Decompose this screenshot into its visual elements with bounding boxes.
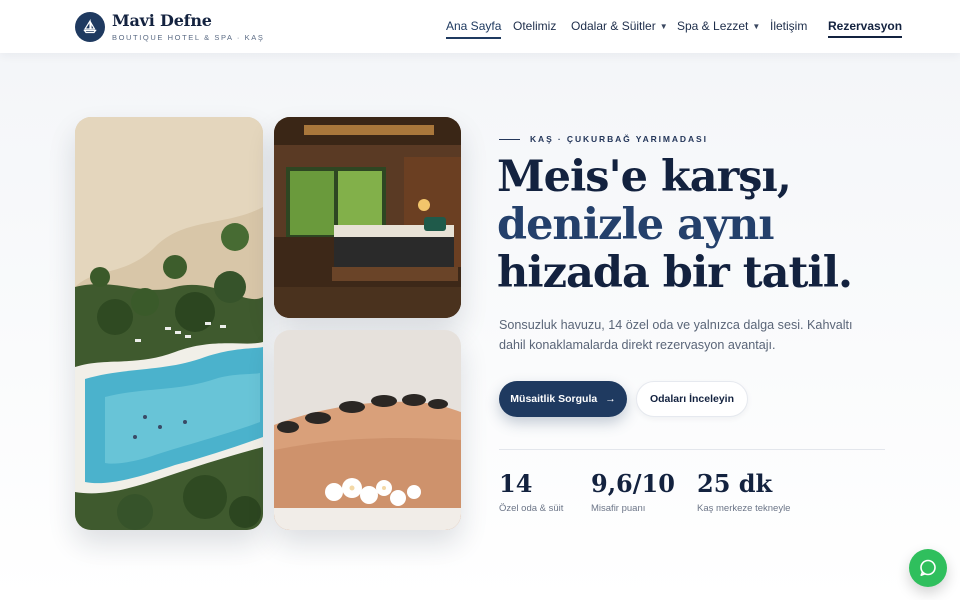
- nav-item-label: İletişim: [770, 19, 808, 33]
- eyebrow-text: KAŞ · ÇUKURBAĞ YARIMADASI: [530, 134, 708, 144]
- chat-bubble-icon: [920, 559, 936, 576]
- eyebrow-line: [499, 138, 520, 140]
- stat-label: Kaş merkeze tekneyle: [697, 503, 791, 514]
- nav-item-home[interactable]: Ana Sayfa: [446, 19, 502, 39]
- stat-value: 14: [499, 469, 533, 498]
- photo-spa-stones: [274, 330, 461, 530]
- chevron-down-icon: ▼: [659, 21, 668, 31]
- check-availability-button[interactable]: Müsaitlik Sorgula →: [499, 381, 627, 417]
- stat-value: 25 dk: [697, 469, 773, 498]
- stat-distance: 25 dk Kaş merkeze tekneyle: [697, 469, 791, 515]
- button-label: Odaları İnceleyin: [649, 393, 735, 405]
- photo-bedroom: [274, 117, 461, 318]
- nav-item-contact[interactable]: İletişim: [770, 19, 807, 33]
- sailboat-icon: [83, 19, 97, 34]
- site-header: Mavi Defne BOUTIQUE HOTEL & SPA · KAŞ An…: [0, 0, 960, 53]
- headline-line-3: hizada bir tatil.: [497, 248, 853, 298]
- nav-item-spa[interactable]: Spa & Lezzet ▼: [677, 19, 760, 33]
- nav-item-label: Ana Sayfa: [446, 19, 502, 33]
- button-label: Müsaitlik Sorgula: [510, 393, 598, 405]
- brand-name[interactable]: Mavi Defne: [112, 11, 212, 30]
- stat-label: Misafir puanı: [591, 503, 646, 514]
- nav-item-rooms[interactable]: Odalar & Süitler ▼: [571, 19, 668, 33]
- hero-lead: Sonsuzluk havuzu, 14 özel oda ve yalnızc…: [499, 318, 853, 352]
- arrow-right-icon: →: [605, 393, 616, 405]
- browse-rooms-button[interactable]: Odaları İnceleyin: [636, 381, 748, 417]
- headline-line-1: Meis'e karşı,: [497, 152, 792, 202]
- brand-tagline: BOUTIQUE HOTEL & SPA · KAŞ: [112, 33, 265, 42]
- photo-beach-pool: [75, 117, 263, 530]
- stat-label: Özel oda & süit: [499, 503, 564, 514]
- chevron-down-icon: ▼: [752, 21, 761, 31]
- divider: [499, 449, 885, 450]
- logo[interactable]: [75, 12, 105, 42]
- eyebrow: KAŞ · ÇUKURBAĞ YARIMADASI: [499, 134, 708, 144]
- reservation-link[interactable]: Rezervasyon: [828, 19, 903, 38]
- whatsapp-chat-button[interactable]: [909, 549, 947, 587]
- headline-line-2: denizle aynı: [497, 200, 775, 250]
- nav-item-label: Odalar & Süitler: [571, 19, 656, 33]
- hero-headline: Meis'e karşı, denizle aynı hizada bir ta…: [497, 153, 917, 297]
- nav-item-hotel[interactable]: Otelimiz: [513, 19, 556, 33]
- nav-item-label: Otelimiz: [513, 19, 557, 33]
- nav-item-label: Spa & Lezzet: [677, 19, 749, 33]
- stat-value: 9,6/10: [591, 469, 675, 498]
- stat-rating: 9,6/10 Misafir puanı: [591, 469, 675, 515]
- stat-rooms: 14 Özel oda & süit: [499, 469, 564, 515]
